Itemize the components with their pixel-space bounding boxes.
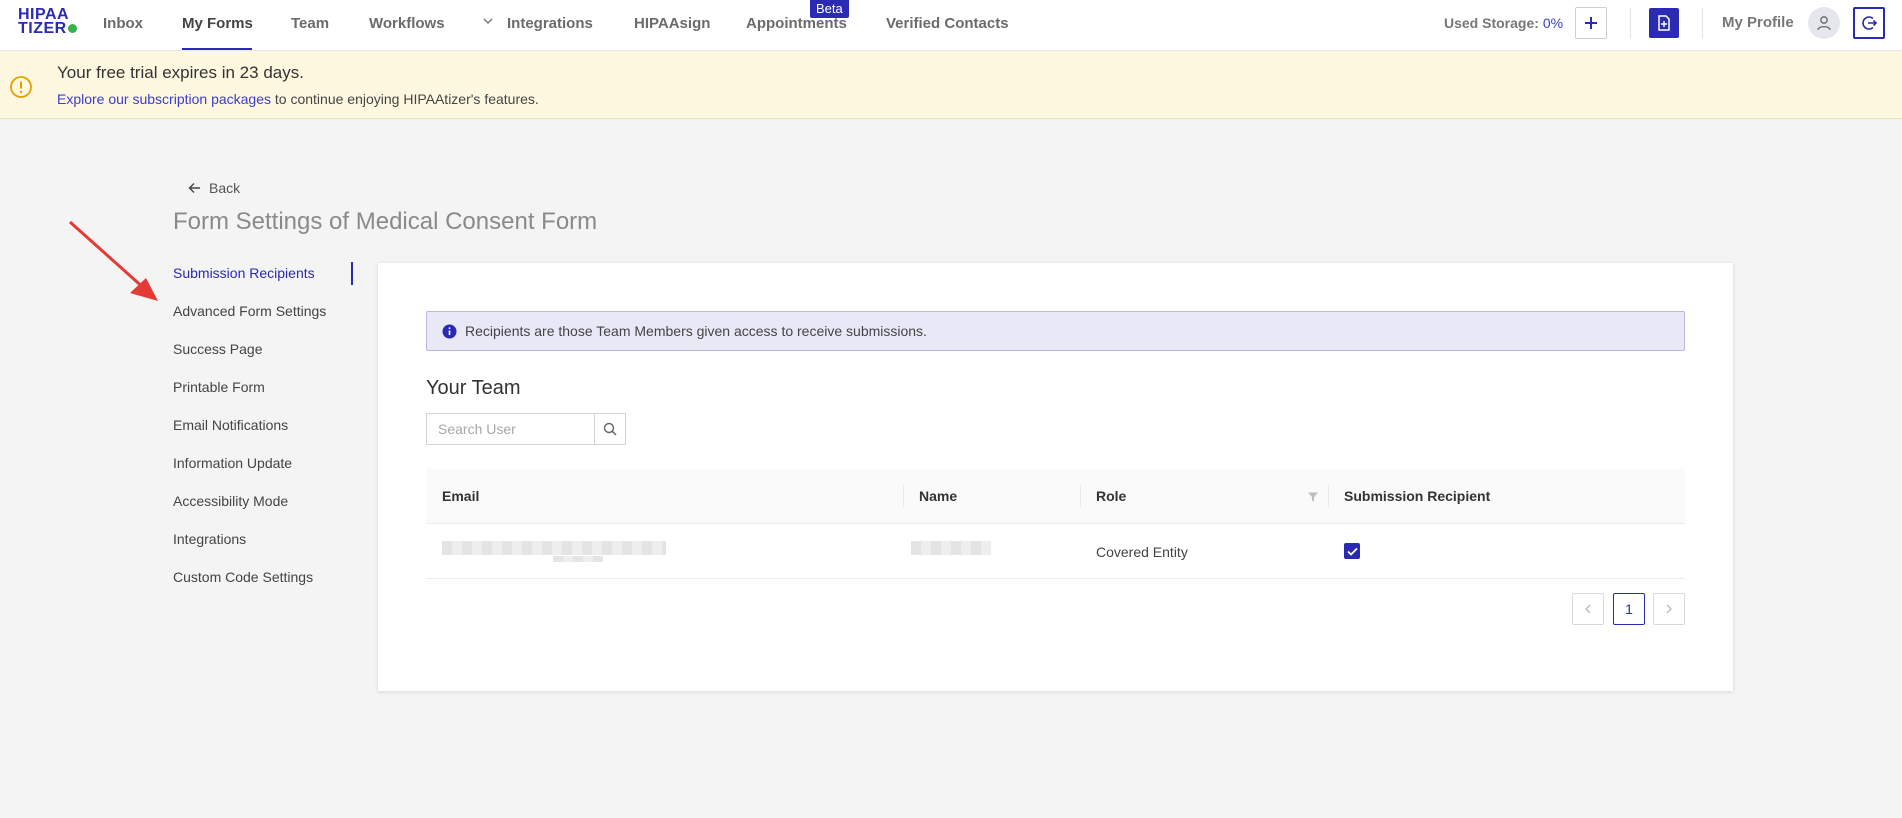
- column-role[interactable]: Role: [1096, 488, 1126, 504]
- document-plus-icon: [1658, 15, 1670, 31]
- my-profile-link[interactable]: My Profile: [1722, 14, 1794, 31]
- team-table: Email Name Role Submission Recipient Cov…: [426, 469, 1685, 579]
- used-storage: Used Storage: 0%: [1444, 15, 1563, 31]
- sidemenu-advanced-form-settings[interactable]: Advanced Form Settings: [173, 303, 326, 319]
- nav-active-indicator: [182, 48, 252, 50]
- annotation-arrow-icon: [68, 220, 158, 301]
- chevron-down-icon[interactable]: [482, 15, 494, 27]
- pagination-prev-button[interactable]: [1572, 593, 1604, 625]
- user-icon: [1817, 16, 1831, 31]
- nav-my-forms[interactable]: My Forms: [182, 15, 253, 32]
- role-cell: Covered Entity: [1096, 544, 1188, 560]
- nav-integrations[interactable]: Integrations: [507, 15, 593, 32]
- nav-team[interactable]: Team: [291, 15, 329, 32]
- arrow-left-icon: [188, 183, 200, 193]
- chevron-left-icon: [1585, 604, 1591, 614]
- sidemenu-email-notifications[interactable]: Email Notifications: [173, 417, 288, 433]
- sidemenu-accessibility-mode[interactable]: Accessibility Mode: [173, 493, 288, 509]
- submission-recipients-card: Recipients are those Team Members given …: [378, 263, 1733, 691]
- column-divider: [1080, 485, 1081, 507]
- subscription-packages-link[interactable]: Explore our subscription packages: [57, 91, 271, 107]
- back-label: Back: [209, 180, 241, 196]
- trial-banner: Your free trial expires in 23 days. Expl…: [0, 51, 1902, 119]
- checkmark-icon: [1346, 547, 1358, 556]
- nav-hipaasign[interactable]: HIPAAsign: [634, 15, 710, 32]
- email-cell-redacted-tail: [553, 556, 603, 562]
- sidemenu-submission-recipients[interactable]: Submission Recipients: [173, 265, 315, 281]
- add-storage-button[interactable]: [1575, 7, 1607, 39]
- trial-expiry-text: Your free trial expires in 23 days.: [57, 63, 304, 82]
- search-user: [426, 413, 626, 445]
- storage-label: Used Storage:: [1444, 15, 1539, 31]
- column-submission-recipient[interactable]: Submission Recipient: [1344, 488, 1490, 504]
- search-user-input[interactable]: [427, 414, 594, 444]
- pagination-next-button[interactable]: [1653, 593, 1685, 625]
- warning-icon: [10, 76, 32, 98]
- beta-badge: Beta: [810, 0, 849, 18]
- nav-inbox[interactable]: Inbox: [103, 15, 143, 32]
- divider: [1630, 8, 1631, 38]
- plus-icon: [1585, 17, 1597, 29]
- chevron-right-icon: [1666, 604, 1672, 614]
- subscription-tail-text: to continue enjoying HIPAAtizer's featur…: [271, 91, 539, 107]
- name-cell-redacted: [911, 541, 991, 555]
- sidemenu-success-page[interactable]: Success Page: [173, 341, 263, 357]
- new-document-button[interactable]: [1649, 8, 1679, 38]
- column-divider: [1328, 485, 1329, 507]
- filter-icon[interactable]: [1307, 491, 1319, 503]
- divider: [1702, 8, 1703, 38]
- submission-recipient-checkbox[interactable]: [1344, 543, 1360, 559]
- column-name[interactable]: Name: [919, 488, 957, 504]
- sidemenu-integrations[interactable]: Integrations: [173, 531, 246, 547]
- trial-subscription-text: Explore our subscription packages to con…: [57, 91, 539, 107]
- storage-value: 0%: [1542, 15, 1564, 31]
- search-button[interactable]: [594, 414, 625, 444]
- table-row: Covered Entity: [426, 524, 1685, 579]
- logout-button[interactable]: [1853, 7, 1885, 39]
- search-icon: [603, 422, 617, 436]
- logo-dot-icon: [67, 24, 77, 34]
- hipaatizer-logo[interactable]: HIPAA TIZER: [18, 7, 86, 38]
- info-alert: Recipients are those Team Members given …: [426, 311, 1685, 351]
- sidemenu-printable-form[interactable]: Printable Form: [173, 379, 265, 395]
- column-divider: [903, 485, 904, 507]
- column-email[interactable]: Email: [442, 488, 479, 504]
- back-button[interactable]: Back: [188, 180, 240, 196]
- nav-verified-contacts[interactable]: Verified Contacts: [886, 15, 1009, 32]
- pagination-page-1[interactable]: 1: [1613, 593, 1645, 625]
- table-header: Email Name Role Submission Recipient: [426, 469, 1685, 524]
- sidemenu-information-update[interactable]: Information Update: [173, 455, 292, 471]
- info-text: Recipients are those Team Members given …: [465, 323, 927, 339]
- email-cell-redacted: [442, 541, 666, 555]
- sidemenu-active-indicator: [351, 262, 353, 285]
- logout-icon: [1862, 16, 1877, 30]
- info-icon: [442, 324, 457, 339]
- nav-workflows[interactable]: Workflows: [369, 15, 445, 32]
- sidemenu-custom-code-settings[interactable]: Custom Code Settings: [173, 569, 313, 585]
- page-title: Form Settings of Medical Consent Form: [173, 208, 598, 235]
- top-nav: HIPAA TIZER Inbox My Forms Team Workflow…: [0, 0, 1902, 51]
- avatar[interactable]: [1808, 7, 1840, 39]
- your-team-heading: Your Team: [426, 377, 521, 399]
- logo-line2: TIZER: [18, 20, 67, 37]
